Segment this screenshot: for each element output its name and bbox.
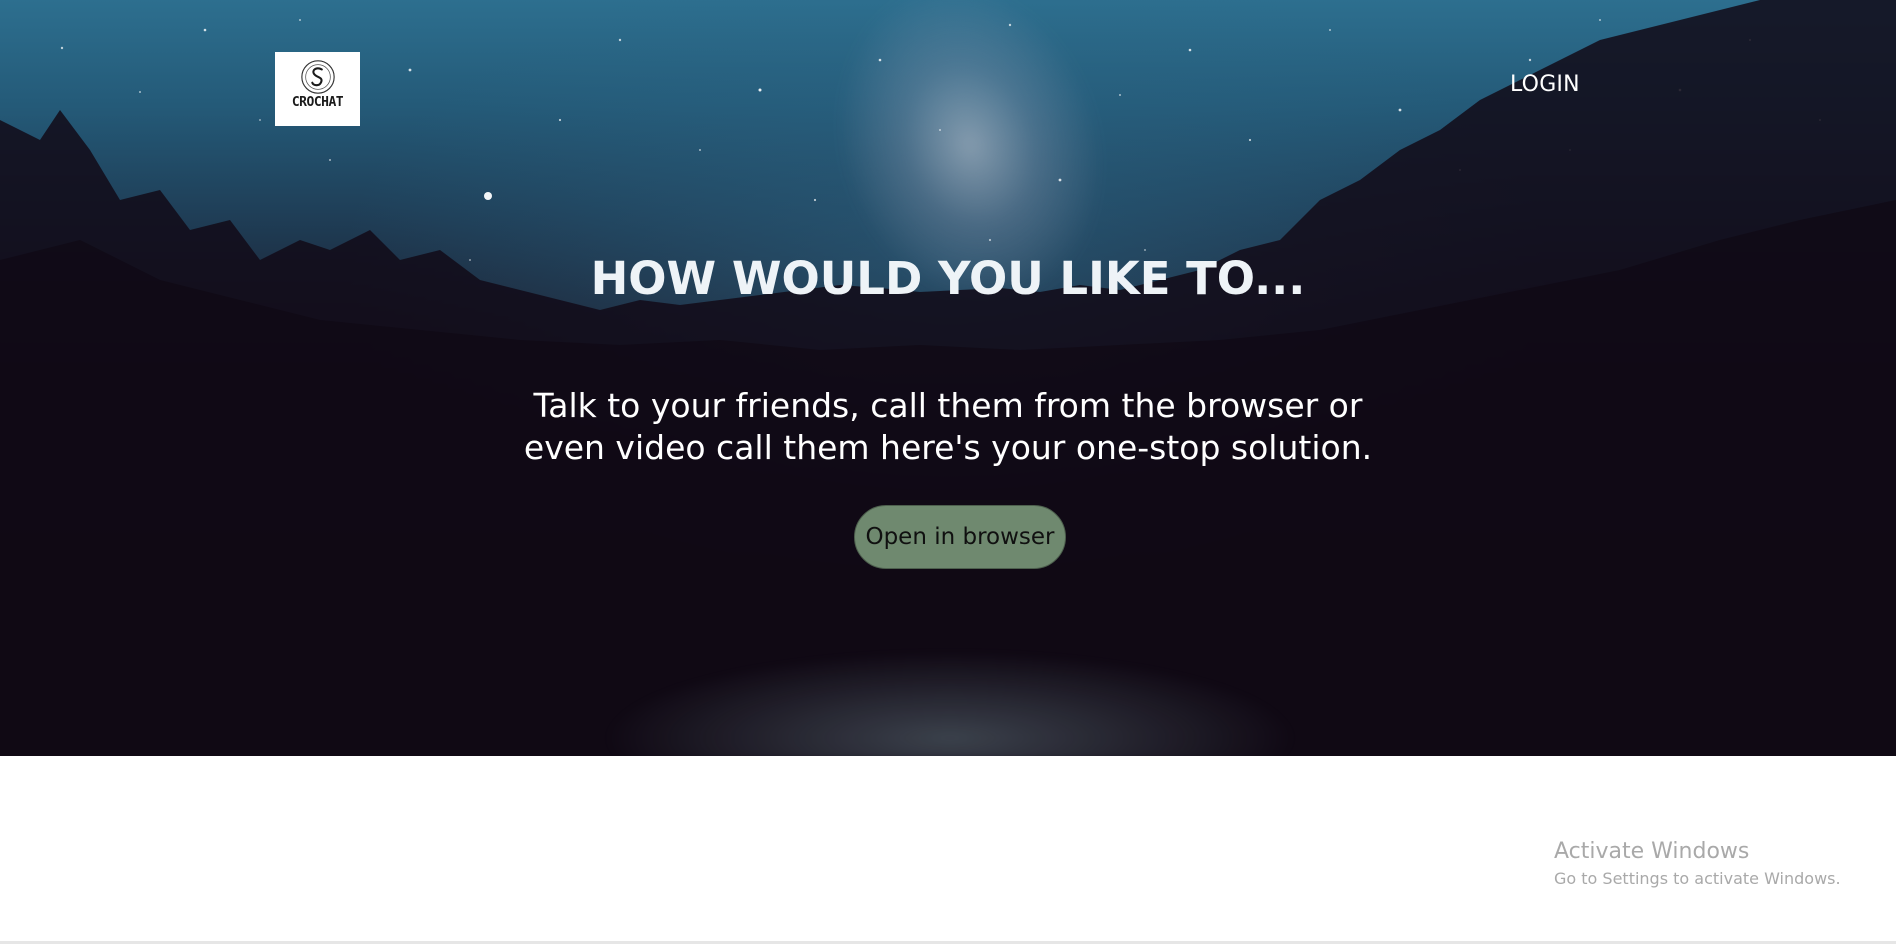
- hero-subtitle: Talk to your friends, call them from the…: [523, 386, 1373, 467]
- login-link[interactable]: LOGIN: [1510, 72, 1580, 97]
- hero-headline: HOW WOULD YOU LIKE TO...: [590, 252, 1306, 305]
- watermark-subtitle: Go to Settings to activate Windows.: [1554, 869, 1841, 888]
- landing-page: CROCHAT LOGIN HOW WOULD YOU LIKE TO... T…: [0, 0, 1896, 944]
- logo-wordmark: CROCHAT: [291, 95, 344, 110]
- hero-section: CROCHAT LOGIN HOW WOULD YOU LIKE TO... T…: [0, 0, 1896, 756]
- site-logo[interactable]: CROCHAT: [275, 52, 360, 126]
- watermark-title: Activate Windows: [1554, 839, 1750, 864]
- crochat-logo-icon: [300, 60, 335, 94]
- lake-reflection: [600, 650, 1300, 756]
- open-in-browser-button[interactable]: Open in browser: [854, 505, 1066, 569]
- activate-windows-watermark: Activate Windows Go to Settings to activ…: [1554, 838, 1841, 892]
